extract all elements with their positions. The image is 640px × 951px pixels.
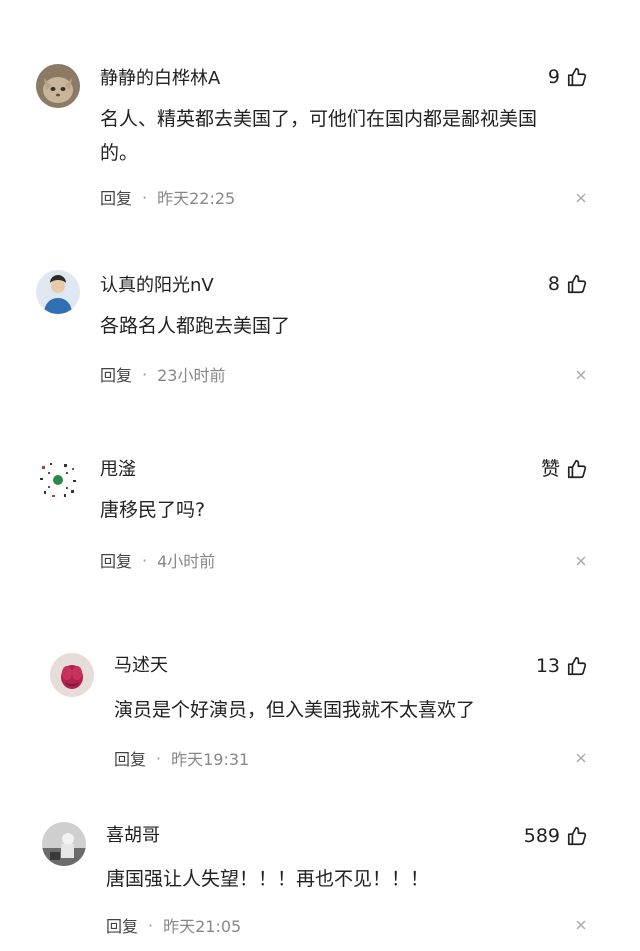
thumbs-up-icon [567, 274, 587, 294]
meta-separator: · [156, 748, 162, 768]
like-button[interactable]: 589 [524, 823, 588, 849]
like-button[interactable]: 13 [536, 653, 588, 679]
comment-text: 唐国强让人失望！！！再也不见！！！ [106, 868, 430, 890]
like-count: 13 [535, 655, 560, 677]
photo-avatar-icon[interactable] [42, 822, 86, 866]
comment-username[interactable]: 马述天 [114, 654, 168, 678]
comment-text: 名人、精英都去美国了，可他们在国内都是鄙视美国 的。 [100, 108, 538, 164]
like-count: 8 [547, 273, 560, 295]
comment-list: 静静的白桦林A 9 名人、精英都去美国了，可他们在国内都是鄙视美国 的。 回复 … [0, 0, 640, 951]
comment-username[interactable]: 认真的阳光nV [100, 274, 214, 298]
reply-button[interactable]: 回复 [100, 362, 132, 386]
comment-item: 认真的阳光nV 8 各路名人都跑去美国了 回复 · 23小时前 [0, 230, 640, 420]
comment-text: 演员是个好演员，但入美国我就不太喜欢了 [114, 699, 476, 721]
close-icon[interactable] [574, 918, 588, 932]
cat-avatar-icon[interactable] [36, 64, 80, 108]
comment-item: 甩滏 赞 唐移民了吗? 回复 · 4小时前 [0, 420, 640, 620]
comment-username[interactable]: 甩滏 [100, 458, 136, 482]
thumbs-up-icon [567, 67, 587, 87]
flower-avatar-icon[interactable] [50, 653, 94, 697]
qr-pattern-avatar-icon[interactable] [36, 458, 80, 502]
meta-separator: · [142, 364, 148, 384]
like-count: 赞 [540, 458, 560, 480]
comment-meta: 回复 · 昨天19:31 [114, 746, 249, 770]
comment-meta: 回复 · 4小时前 [100, 548, 215, 572]
like-count: 589 [523, 825, 560, 847]
meta-separator: · [148, 915, 154, 935]
thumbs-up-icon [567, 656, 587, 676]
meta-separator: · [142, 187, 148, 207]
meta-separator: · [142, 550, 148, 570]
comment-meta: 回复 · 昨天21:05 [106, 913, 241, 937]
thumbs-up-icon [567, 459, 587, 479]
reply-button[interactable]: 回复 [100, 548, 132, 572]
comment-meta: 回复 · 昨天22:25 [100, 185, 235, 209]
comment-username[interactable]: 喜胡哥 [106, 824, 160, 848]
close-icon[interactable] [574, 368, 588, 382]
like-count: 9 [547, 66, 560, 88]
comment-item: 马述天 13 演员是个好演员，但入美国我就不太喜欢了 回复 · 昨天19:31 [0, 620, 640, 810]
comment-item: 喜胡哥 589 唐国强让人失望！！！再也不见！！！ 回复 · 昨天21:05 [0, 800, 640, 951]
comment-time: 23小时前 [157, 366, 226, 385]
close-icon[interactable] [574, 554, 588, 568]
comment-text: 各路名人都跑去美国了 [100, 315, 291, 337]
comment-time: 4小时前 [157, 552, 216, 571]
reply-button[interactable]: 回复 [114, 746, 146, 770]
comment-meta: 回复 · 23小时前 [100, 362, 225, 386]
person-avatar-icon[interactable] [36, 270, 80, 314]
reply-button[interactable]: 回复 [100, 185, 132, 209]
reply-button[interactable]: 回复 [106, 913, 138, 937]
thumbs-up-icon [567, 826, 587, 846]
comment-time: 昨天19:31 [171, 750, 250, 769]
comment-item: 静静的白桦林A 9 名人、精英都去美国了，可他们在国内都是鄙视美国 的。 回复 … [0, 0, 640, 230]
close-icon[interactable] [574, 191, 588, 205]
like-button[interactable]: 9 [548, 64, 588, 90]
comment-text: 唐移民了吗? [100, 499, 206, 521]
comment-time: 昨天21:05 [163, 917, 242, 936]
comment-username[interactable]: 静静的白桦林A [100, 67, 220, 91]
close-icon[interactable] [574, 751, 588, 765]
like-button[interactable]: 8 [548, 271, 588, 297]
comment-time: 昨天22:25 [157, 189, 236, 208]
like-button[interactable]: 赞 [541, 456, 588, 482]
